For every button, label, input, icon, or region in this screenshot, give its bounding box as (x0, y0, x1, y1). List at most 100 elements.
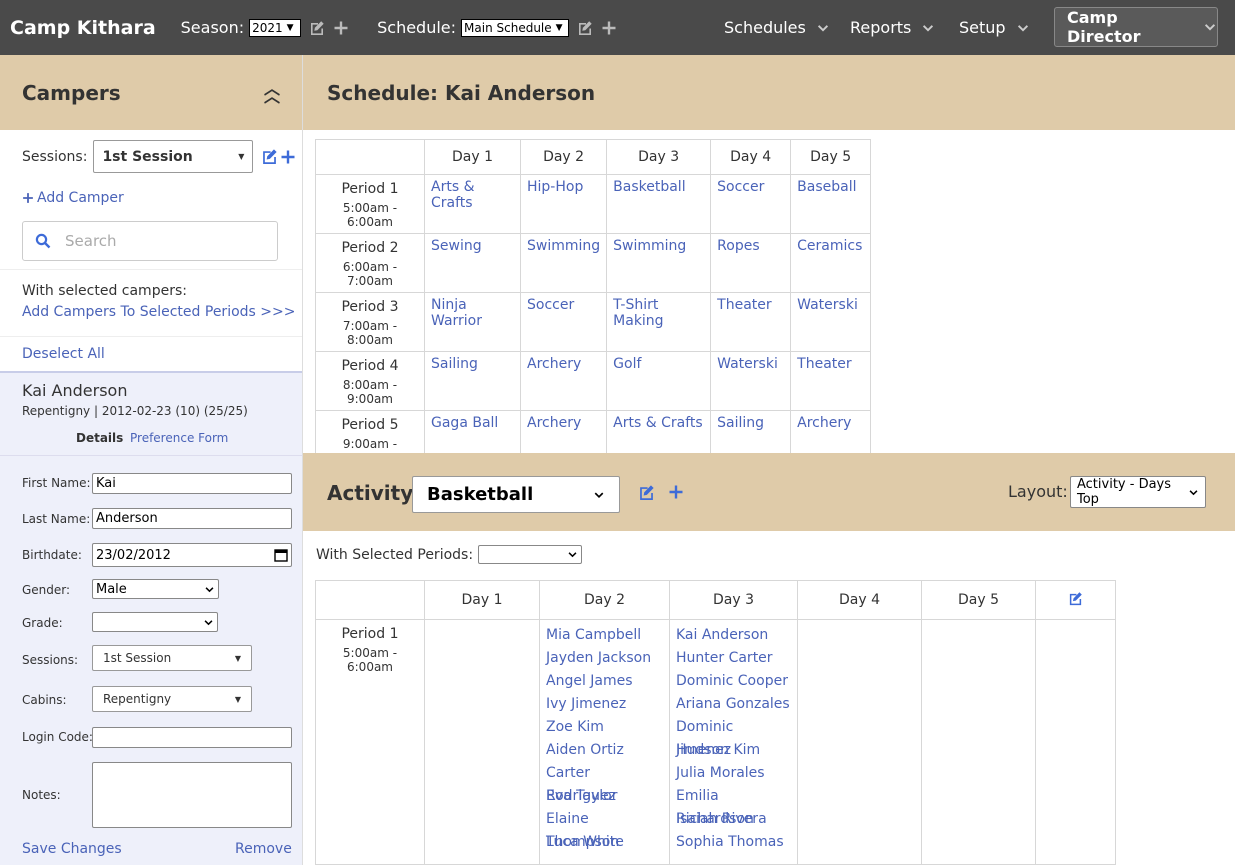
activity-link[interactable]: Sailing (717, 415, 764, 431)
activity-link[interactable]: Basketball (613, 179, 685, 195)
add-activity-icon[interactable] (668, 484, 684, 500)
cabins-select[interactable]: Repentigny ▼ (92, 686, 252, 712)
period-cell: Period 3 7:00am - 8:00am (315, 292, 425, 352)
edit-activity-icon[interactable] (638, 484, 655, 501)
edit-season-icon[interactable] (309, 20, 325, 36)
camper-link[interactable]: Angel James (546, 670, 663, 693)
activity-link[interactable]: Ninja Warrior (431, 297, 482, 329)
with-selected-periods-select[interactable] (478, 545, 583, 564)
chevron-down-icon: ▼ (555, 22, 563, 33)
schedule-label: Schedule: (377, 18, 457, 37)
nav-reports[interactable]: Reports (850, 0, 935, 55)
camper-link[interactable]: Ariana Gonzales (676, 693, 791, 716)
camper-link[interactable]: Hudson Kim (676, 739, 791, 762)
nav-schedules[interactable]: Schedules (724, 0, 830, 55)
camper-link[interactable]: Kai Anderson (676, 624, 791, 647)
calendar-icon[interactable] (274, 548, 288, 562)
caret-down-icon: ▼ (234, 694, 241, 704)
sessions-select[interactable]: 1st Session ▼ (93, 140, 254, 173)
camper-link[interactable]: Emilia Richardson (676, 785, 791, 827)
birthdate-input[interactable]: 23/02/2012 (92, 543, 292, 567)
deselect-all-link[interactable]: Deselect All (22, 346, 105, 362)
edit-column-header[interactable] (1035, 580, 1116, 620)
activity-link[interactable]: Baseball (797, 179, 856, 195)
activity-link[interactable]: Archery (797, 415, 851, 431)
activity-link[interactable]: Gaga Ball (431, 415, 498, 431)
activity-label: Activity: (327, 481, 422, 505)
period-cell: Period 2 6:00am - 7:00am (315, 233, 425, 293)
activity-link[interactable]: Archery (527, 356, 581, 372)
collapse-icon[interactable]: ︿ ︿ (264, 80, 280, 104)
login-code-input[interactable] (92, 727, 292, 748)
camper-link[interactable]: Dominic Jimenez (676, 716, 791, 758)
activity-link[interactable]: Waterski (797, 297, 858, 313)
day1-cell[interactable] (424, 619, 540, 865)
activity-link[interactable]: Sewing (431, 238, 482, 254)
add-schedule-icon[interactable] (601, 20, 617, 36)
first-name-input[interactable]: Kai (92, 473, 292, 494)
activity-link[interactable]: Sailing (431, 356, 478, 372)
camper-link[interactable]: Carter Rodriguez (546, 762, 663, 804)
camper-link[interactable]: Julia Morales (676, 762, 791, 785)
camper-link[interactable]: Zoe Kim (546, 716, 663, 739)
activity-link[interactable]: Soccer (527, 297, 574, 313)
layout-select[interactable]: Activity - Days Top (1070, 476, 1206, 508)
day5-cell[interactable] (921, 619, 1036, 865)
camper-link[interactable]: Eva Taylor (546, 785, 663, 808)
notes-textarea[interactable] (92, 762, 292, 828)
camper-link[interactable]: Mia Campbell (546, 624, 663, 647)
activity-link[interactable]: Waterski (717, 356, 778, 372)
user-menu-button[interactable]: Camp Director (1054, 7, 1218, 47)
search-input[interactable]: Search (22, 221, 278, 261)
camper-link[interactable]: Luca White (546, 831, 663, 854)
day2-cell: Mia Campbell Jayden Jackson Angel James … (539, 619, 670, 865)
camper-link[interactable]: Elaine Thompson (546, 808, 663, 850)
add-camper-link[interactable]: Add Camper (22, 190, 124, 206)
edit-schedule-icon[interactable] (577, 20, 593, 36)
activity-link[interactable]: Arts & Crafts (613, 415, 703, 431)
season-select[interactable]: 2021 ▼ (249, 18, 302, 37)
camper-link[interactable]: Sophia Thomas (676, 831, 791, 854)
schedule-select[interactable]: Main Schedule ▼ (461, 18, 570, 37)
activity-link[interactable]: T-Shirt Making (613, 297, 663, 329)
activity-link[interactable]: Archery (527, 415, 581, 431)
activity-header: Activity: Basketball Layout: Activity - … (303, 453, 1235, 531)
activity-link[interactable]: Theater (797, 356, 851, 372)
camper-link[interactable]: Hunter Carter (676, 647, 791, 670)
camper-link[interactable]: Dominic Cooper (676, 670, 791, 693)
day-header: Day 2 (519, 139, 608, 175)
tab-details[interactable]: Details (76, 431, 123, 445)
add-session-icon[interactable] (280, 149, 296, 165)
add-to-periods-link[interactable]: Add Campers To Selected Periods >>> (22, 304, 295, 320)
activity-select[interactable]: Basketball (412, 476, 620, 513)
camper-link[interactable]: Aiden Ortiz (546, 739, 663, 762)
activity-link[interactable]: Ropes (717, 238, 759, 254)
gender-select[interactable]: Male (92, 579, 219, 599)
last-name-input[interactable]: Anderson (92, 508, 292, 529)
grade-select[interactable] (92, 612, 218, 632)
activity-link[interactable]: Theater (717, 297, 771, 313)
activity-link[interactable]: Arts & Crafts (431, 179, 474, 211)
camper-link[interactable]: Jayden Jackson (546, 647, 663, 670)
edit-session-icon[interactable] (261, 148, 278, 165)
save-changes-link[interactable]: Save Changes (22, 841, 122, 857)
chevron-down-icon (1016, 21, 1030, 35)
camper-link[interactable]: Isaiah Rivera (676, 808, 791, 831)
nav-setup[interactable]: Setup (959, 0, 1030, 55)
sessions-field-select[interactable]: 1st Session ▼ (92, 645, 252, 671)
activity-link[interactable]: Hip-Hop (527, 179, 583, 195)
activity-link[interactable]: Soccer (717, 179, 764, 195)
season-label: Season: (180, 18, 245, 37)
day-header: Day 1 (424, 580, 540, 620)
add-season-icon[interactable] (333, 20, 349, 36)
tab-preference-form[interactable]: Preference Form (130, 431, 228, 445)
activity-link[interactable]: Golf (613, 356, 641, 372)
camper-link[interactable]: Ivy Jimenez (546, 693, 663, 716)
activity-link[interactable]: Ceramics (797, 238, 862, 254)
activity-link[interactable]: Swimming (527, 238, 600, 254)
day4-cell[interactable] (797, 619, 922, 865)
activity-link[interactable]: Swimming (613, 238, 686, 254)
remove-link[interactable]: Remove (235, 841, 292, 857)
app-title[interactable]: Camp Kithara (10, 17, 156, 39)
edit-icon[interactable] (1068, 591, 1083, 606)
